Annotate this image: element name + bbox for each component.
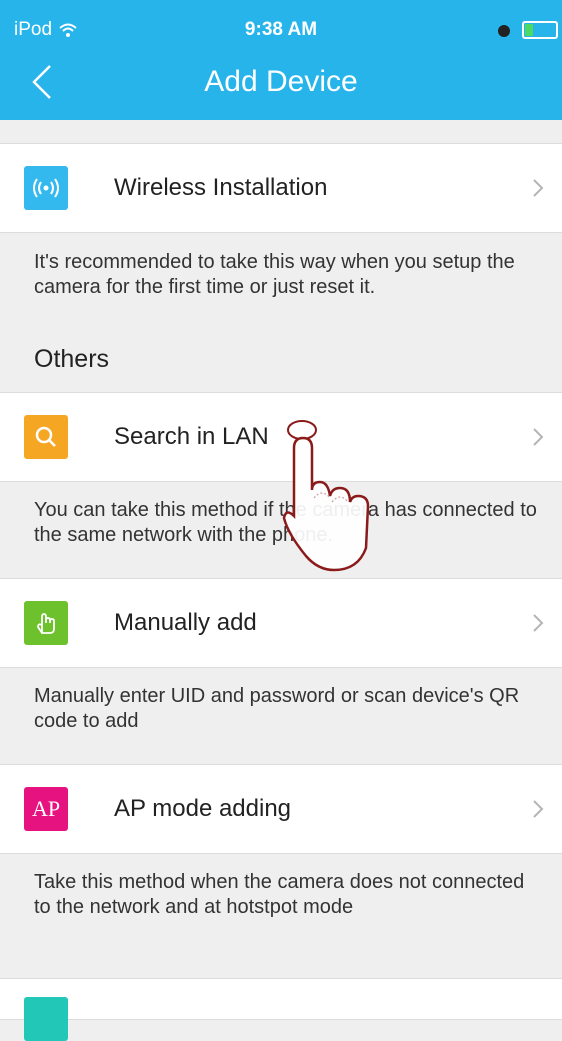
row-label: AP mode adding [114,795,292,822]
wireless-installation-row[interactable]: Wireless Installation [0,143,562,233]
row-label: Manually add [114,609,257,636]
nav-header: iPod 9:38 AM Add Device [0,0,562,120]
chevron-right-icon [533,800,544,818]
row-label: Search in LAN [114,423,269,450]
chevron-right-icon [533,614,544,632]
hand-pointer-icon [24,601,68,645]
page-title: Add Device [204,65,358,98]
search-icon [24,415,68,459]
search-in-lan-description: You can take this method if the camera h… [34,499,537,546]
option-icon [24,997,68,1041]
ap-mode-adding-row[interactable]: AP AP mode adding [0,764,562,854]
manually-add-row[interactable]: Manually add [0,578,562,668]
wireless-installation-description: It's recommended to take this way when y… [34,251,515,298]
battery-icon [522,21,558,39]
status-time: 9:38 AM [244,19,318,40]
manually-add-description: Manually enter UID and password or scan … [34,685,520,732]
chevron-right-icon [533,179,544,197]
row-label: Wireless Installation [114,174,328,201]
wifi-signal-icon [24,166,68,210]
alarm-icon [498,25,510,37]
section-header-others: Others [34,345,110,373]
ap-mode-adding-description: Take this method when the camera does no… [34,871,525,918]
chevron-right-icon [533,428,544,446]
search-in-lan-row[interactable]: Search in LAN [0,392,562,482]
ap-icon: AP [24,787,68,831]
status-right [496,14,558,46]
next-option-row[interactable] [0,978,562,1041]
